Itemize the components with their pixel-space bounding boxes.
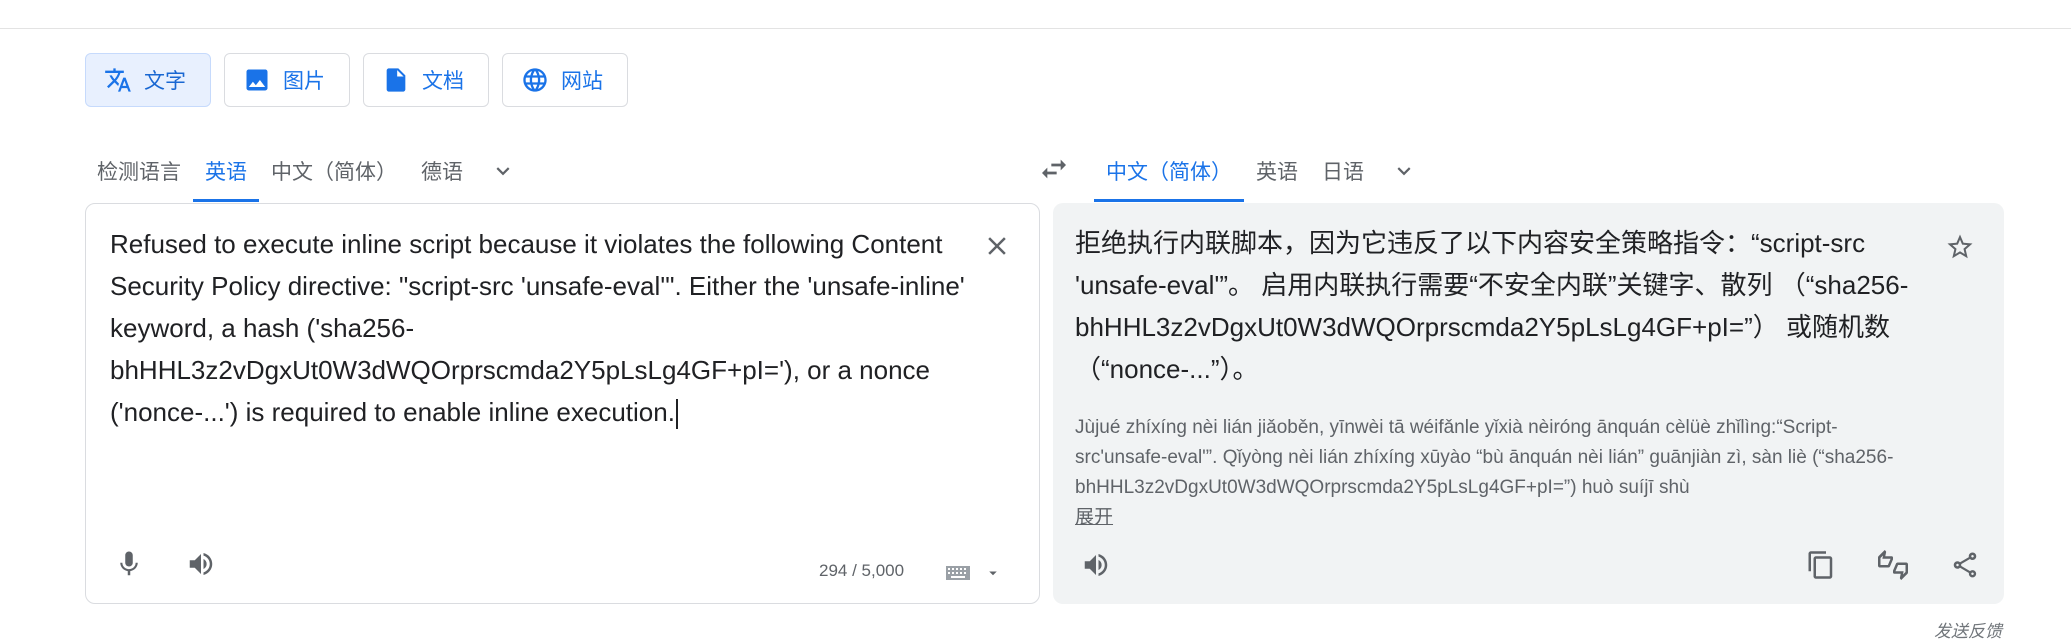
document-icon [386, 68, 406, 92]
share-translation-button[interactable] [1940, 540, 1990, 590]
website-mode-button[interactable]: 网站 [502, 53, 628, 107]
swap-languages-button[interactable] [1024, 144, 1084, 194]
globe-icon [523, 68, 547, 92]
clear-source-button[interactable] [977, 226, 1017, 266]
translation-toolbar-left [1071, 540, 1121, 590]
source-lang-detect[interactable]: 检测语言 [85, 140, 193, 202]
top-divider [0, 28, 2071, 29]
source-text: Refused to execute inline script because… [110, 229, 972, 427]
target-lang-japanese[interactable]: 日语 [1310, 140, 1376, 202]
swap-arrows-icon [1042, 159, 1066, 179]
text-mode-button[interactable]: 文字 [85, 53, 211, 107]
mode-selector: 文字 图片 文档 网站 [85, 53, 628, 107]
rate-translation-button[interactable] [1868, 540, 1918, 590]
listen-translation-button[interactable] [1071, 540, 1121, 590]
image-mode-label: 图片 [283, 70, 325, 93]
close-icon [988, 237, 1006, 255]
target-lang-english[interactable]: 英语 [1244, 140, 1310, 202]
transliteration-text: Jùjué zhíxíng nèi lián jiǎoběn, yīnwèi t… [1075, 417, 1894, 498]
thumbs-up-down-icon [1878, 550, 1908, 580]
chevron-down-icon [1397, 167, 1411, 176]
input-tools-button[interactable] [944, 563, 1002, 583]
expand-transliteration-link[interactable]: 展开 [1075, 503, 1113, 533]
source-lang-english[interactable]: 英语 [193, 140, 259, 202]
copy-icon [1808, 551, 1833, 579]
image-mode-button[interactable]: 图片 [224, 53, 350, 107]
translation-toolbar-right [1796, 540, 1990, 590]
voice-input-button[interactable] [104, 539, 154, 589]
source-text-panel: Refused to execute inline script because… [85, 203, 1040, 604]
target-lang-more-button[interactable] [1376, 140, 1432, 202]
listen-source-button[interactable] [176, 539, 226, 589]
star-outline-icon [1947, 234, 1973, 259]
send-feedback-link[interactable]: 发送反馈 [1934, 617, 2002, 642]
source-textarea[interactable]: Refused to execute inline script because… [110, 223, 970, 433]
keyboard-icon [946, 566, 970, 580]
target-language-bar: 中文（简体） 英语 日语 [1094, 140, 1432, 202]
translation-panel: 拒绝执行内联脚本，因为它违反了以下内容安全策略指令：“script-src 'u… [1053, 203, 2004, 604]
source-language-bar: 检测语言 英语 中文（简体） 德语 [85, 140, 531, 202]
translate-icon [105, 68, 131, 92]
source-lang-chinese-simplified[interactable]: 中文（简体） [259, 140, 409, 202]
source-lang-german[interactable]: 德语 [409, 140, 475, 202]
website-mode-label: 网站 [561, 70, 603, 93]
document-mode-button[interactable]: 文档 [363, 53, 489, 107]
text-mode-label: 文字 [144, 70, 186, 93]
speaker-icon [189, 553, 213, 575]
text-caret [675, 399, 678, 430]
speaker-icon [1084, 554, 1108, 576]
translated-text: 拒绝执行内联脚本，因为它违反了以下内容安全策略指令：“script-src 'u… [1075, 228, 1909, 384]
share-icon [1953, 552, 1977, 578]
source-lang-more-button[interactable] [475, 140, 531, 202]
microphone-icon [120, 551, 138, 576]
source-toolbar [104, 539, 226, 589]
save-translation-button[interactable] [1938, 225, 1982, 269]
caret-down-icon [989, 571, 997, 576]
target-lang-chinese-simplified[interactable]: 中文（简体） [1094, 140, 1244, 202]
character-count: 294 / 5,000 [819, 561, 905, 580]
chevron-down-icon [496, 167, 510, 176]
image-icon [246, 69, 268, 91]
document-mode-label: 文档 [422, 70, 464, 93]
copy-translation-button[interactable] [1796, 540, 1846, 590]
